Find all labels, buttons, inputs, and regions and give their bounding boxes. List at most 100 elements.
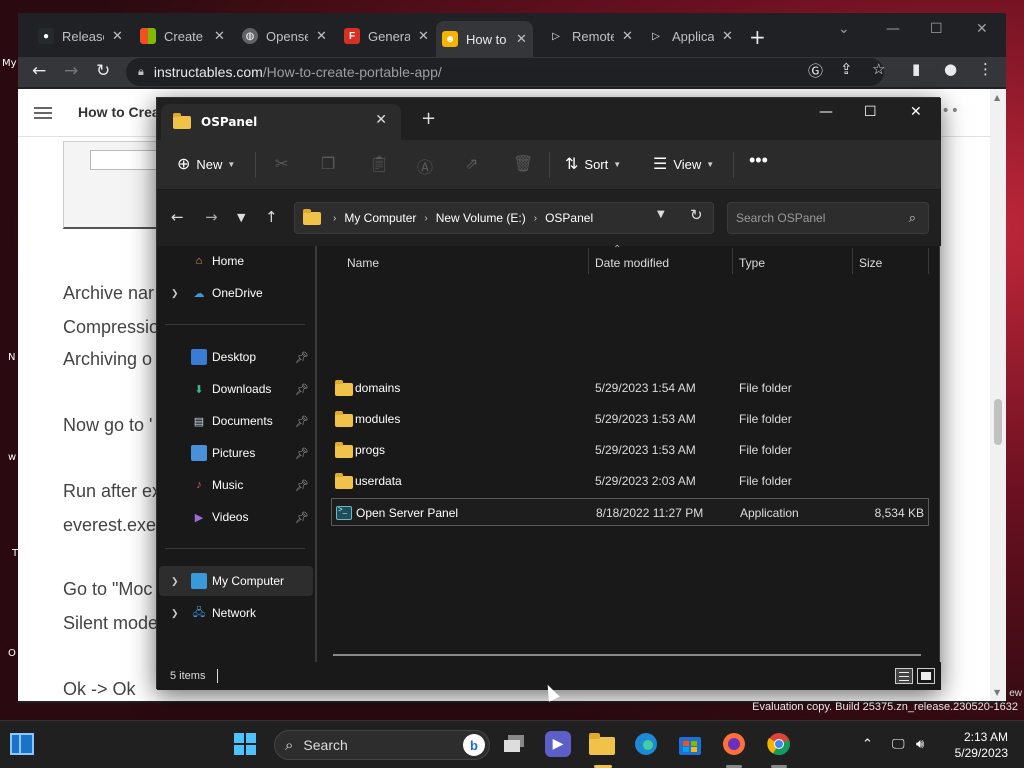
close-icon[interactable]: ✕: [316, 28, 327, 44]
bing-icon[interactable]: b: [463, 734, 485, 756]
close-icon[interactable]: ✕: [722, 28, 733, 44]
column-header-name[interactable]: Name: [347, 256, 379, 270]
system-clock[interactable]: 2:13 AM 5/29/2023: [955, 729, 1008, 761]
sidebar-item-downloads[interactable]: ⬇ Downloads 📌︎: [159, 374, 313, 404]
sidebar-item-my-computer[interactable]: ❯ My Computer: [159, 566, 313, 596]
share-icon[interactable]: ⇗: [465, 154, 478, 173]
search-input[interactable]: Search OSPanel ⌕: [727, 202, 929, 234]
breadcrumb-item[interactable]: OSPanel: [545, 211, 593, 225]
back-icon[interactable]: ←: [32, 61, 46, 81]
share-icon[interactable]: ⇪: [840, 60, 853, 78]
profile-icon[interactable]: ●: [944, 60, 957, 78]
sidebar-item-music[interactable]: ♪ Music 📌︎: [159, 470, 313, 500]
browser-tab[interactable]: ● Releases ✕: [38, 23, 123, 49]
windows-start-icon[interactable]: [232, 731, 258, 757]
close-icon[interactable]: ✕: [622, 28, 633, 44]
table-row[interactable]: progs 5/29/2023 1:53 AM File folder: [331, 436, 929, 464]
pin-icon[interactable]: 📌︎: [295, 511, 309, 524]
back-icon[interactable]: ←: [171, 208, 184, 226]
tiles-view-button[interactable]: [917, 668, 935, 684]
table-row[interactable]: modules 5/29/2023 1:53 AM File folder: [331, 405, 929, 433]
forward-icon[interactable]: →: [205, 208, 218, 226]
task-view-icon[interactable]: [502, 731, 528, 757]
hamburger-icon[interactable]: [34, 107, 52, 119]
table-row[interactable]: Open Server Panel 8/18/2022 11:27 PM App…: [331, 498, 929, 526]
close-icon[interactable]: ✕: [418, 28, 429, 44]
browser-tab[interactable]: ◍ Openserver ✕: [242, 23, 327, 49]
chevron-right-icon[interactable]: ❯: [171, 288, 179, 299]
sidebar-item-documents[interactable]: ▤ Documents 📌︎: [159, 406, 313, 436]
column-header-type[interactable]: Type: [739, 256, 765, 270]
more-icon[interactable]: •••: [749, 150, 768, 171]
sidebar-item-videos[interactable]: ▶ Videos 📌︎: [159, 502, 313, 532]
page-scrollbar[interactable]: ▲ ▼: [990, 89, 1006, 701]
taskbar-search[interactable]: ⌕ Search b: [274, 730, 490, 760]
reload-icon[interactable]: ↻: [96, 61, 110, 81]
breadcrumb-item[interactable]: New Volume (E:): [436, 211, 526, 225]
pin-icon[interactable]: 📌︎: [295, 479, 309, 492]
paste-icon[interactable]: 📋︎: [369, 154, 389, 173]
maximize-icon[interactable]: ☐: [864, 104, 877, 120]
chevron-down-icon[interactable]: ▼: [657, 209, 665, 220]
teams-icon[interactable]: ▶: [545, 731, 571, 757]
file-explorer-icon[interactable]: [589, 731, 615, 757]
close-icon[interactable]: ✕: [976, 21, 988, 37]
browser-tab[interactable]: F Generate ✕: [344, 23, 429, 49]
close-icon[interactable]: ✕: [910, 104, 922, 120]
close-icon[interactable]: ✕: [214, 28, 225, 44]
chevron-right-icon[interactable]: ❯: [171, 576, 179, 587]
new-button[interactable]: ⊕ New ▼: [177, 154, 235, 174]
address-bar[interactable]: › My Computer › New Volume (E:) › OSPane…: [294, 202, 714, 234]
delete-icon[interactable]: 🗑︎: [513, 154, 533, 173]
breadcrumb-item[interactable]: My Computer: [344, 211, 416, 225]
browser-tab-active[interactable]: ☻ How to create ✕: [436, 21, 533, 57]
cut-icon[interactable]: ✂: [275, 154, 288, 173]
pin-icon[interactable]: 📌︎: [295, 351, 309, 364]
maximize-icon[interactable]: ☐: [930, 21, 943, 37]
widgets-icon[interactable]: [10, 733, 34, 755]
chevron-up-icon[interactable]: ⌃: [862, 737, 873, 752]
pin-icon[interactable]: 📌︎: [295, 383, 309, 396]
rename-icon[interactable]: Ⓐ: [417, 154, 433, 178]
menu-icon[interactable]: ⋮: [978, 60, 993, 78]
edge-icon[interactable]: [633, 731, 659, 757]
sort-button[interactable]: ⇅ Sort ▼: [565, 154, 621, 174]
chrome-icon[interactable]: [766, 731, 792, 757]
table-row[interactable]: domains 5/29/2023 1:54 AM File folder: [331, 374, 929, 402]
sidebar-item-pictures[interactable]: Pictures 📌︎: [159, 438, 313, 468]
copy-icon[interactable]: ❐: [321, 154, 335, 173]
new-tab-button[interactable]: +: [749, 25, 766, 49]
address-bar[interactable]: 🔒︎ instructables.com/How-to-create-porta…: [126, 58, 884, 86]
up-icon[interactable]: ↑: [265, 208, 278, 226]
minimize-icon[interactable]: —: [886, 21, 900, 37]
chevron-right-icon[interactable]: ❯: [171, 608, 179, 619]
browser-tab[interactable]: ▷ Application ✕: [648, 23, 733, 49]
network-status-icon[interactable]: 🖵︎: [892, 737, 905, 752]
forward-icon[interactable]: →: [64, 61, 78, 81]
sidepanel-icon[interactable]: ▮: [912, 60, 920, 78]
browser-tab[interactable]: Create ✕: [140, 23, 225, 49]
sidebar-item-desktop[interactable]: Desktop 📌︎: [159, 342, 313, 372]
star-icon[interactable]: ☆: [872, 60, 885, 78]
firefox-icon[interactable]: [721, 731, 747, 757]
volume-icon[interactable]: 🔊︎: [916, 737, 924, 752]
chevron-down-icon[interactable]: ⌄: [838, 21, 850, 37]
chevron-down-icon[interactable]: ▼: [237, 211, 245, 224]
refresh-icon[interactable]: ↻: [690, 206, 703, 224]
column-header-size[interactable]: Size: [859, 256, 882, 270]
sidebar-item-home[interactable]: ⌂ Home: [159, 246, 313, 276]
column-header-date[interactable]: Date modified: [595, 256, 669, 270]
browser-tab[interactable]: ▷ Remote ✕: [548, 23, 633, 49]
new-tab-button[interactable]: +: [421, 108, 436, 129]
view-button[interactable]: ☰ View ▼: [653, 154, 714, 174]
google-icon[interactable]: Ⓖ: [808, 60, 823, 81]
close-icon[interactable]: ✕: [112, 28, 123, 44]
sidebar-item-onedrive[interactable]: ❯ ☁ OneDrive: [159, 278, 313, 308]
horizontal-scrollbar[interactable]: [333, 654, 921, 656]
pin-icon[interactable]: 📌︎: [295, 447, 309, 460]
table-row[interactable]: userdata 5/29/2023 2:03 AM File folder: [331, 467, 929, 495]
close-icon[interactable]: ✕: [375, 112, 387, 128]
store-icon[interactable]: [677, 731, 703, 757]
pin-icon[interactable]: 📌︎: [295, 415, 309, 428]
explorer-tab[interactable]: OSPanel ✕: [161, 104, 401, 140]
